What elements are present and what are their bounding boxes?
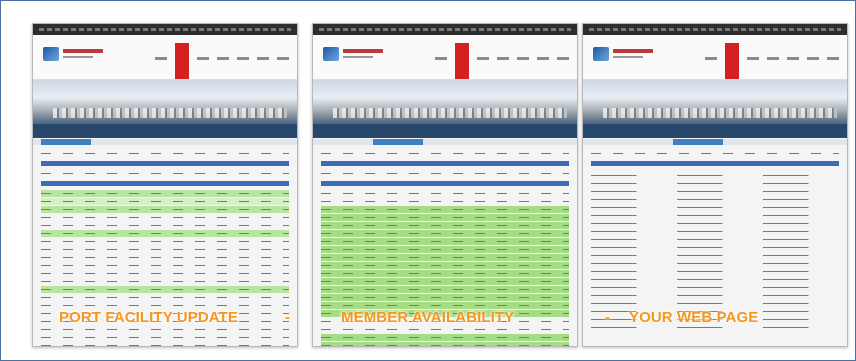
- figure-frame: PORT FACILITY UPDATE - MEMBER AVAILABILI…: [0, 0, 856, 361]
- site-nav: [155, 43, 289, 79]
- harbor-banner-image: [313, 80, 577, 138]
- site-top-bar: [33, 24, 297, 35]
- site-top-bar: [583, 24, 847, 35]
- harbor-banner-image: [33, 80, 297, 138]
- site-top-bar: [313, 24, 577, 35]
- site-header: [313, 35, 577, 80]
- caption-separator: -: [285, 309, 291, 326]
- member-availability-screenshot: [312, 23, 578, 347]
- caption-separator: -: [605, 309, 611, 326]
- nav-active-tab: [455, 43, 469, 79]
- page-tabs: [583, 139, 847, 145]
- nav-active-tab: [725, 43, 739, 79]
- site-logo: [43, 47, 59, 61]
- site-logo: [323, 47, 339, 61]
- nav-active-tab: [175, 43, 189, 79]
- site-logo: [593, 47, 609, 61]
- harbor-banner-image: [583, 80, 847, 138]
- site-header: [583, 35, 847, 80]
- port-facility-screenshot: [32, 23, 298, 347]
- your-web-page-screenshot: [582, 23, 848, 347]
- site-header: [33, 35, 297, 80]
- caption-your-web-page: YOUR WEB PAGE: [629, 309, 759, 326]
- site-nav: [705, 43, 839, 79]
- page-tabs: [313, 139, 577, 145]
- caption-member-availability: MEMBER AVAILABILITY: [341, 309, 515, 326]
- page-tabs: [33, 139, 297, 145]
- caption-port-facility-update: PORT FACILITY UPDATE: [59, 309, 238, 326]
- site-nav: [435, 43, 569, 79]
